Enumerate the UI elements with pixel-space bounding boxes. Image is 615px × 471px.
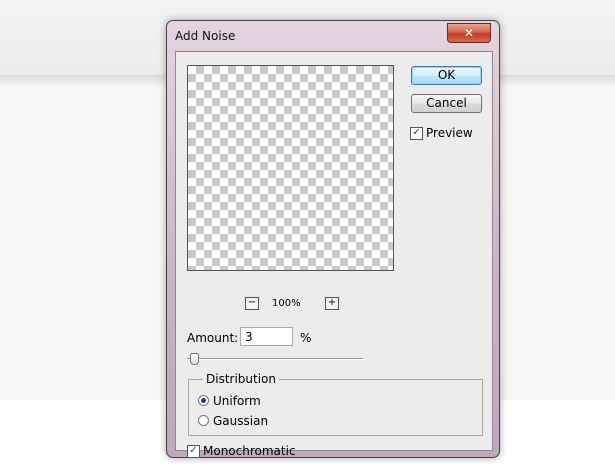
- title-bar[interactable]: Add Noise ✕: [167, 21, 499, 51]
- dialog-title: Add Noise: [175, 29, 236, 43]
- zoom-out-button[interactable]: −: [245, 297, 259, 310]
- amount-unit: %: [300, 331, 312, 345]
- gaussian-radio[interactable]: [198, 415, 209, 426]
- preview-label[interactable]: Preview: [426, 126, 473, 140]
- distribution-legend: Distribution: [203, 372, 280, 386]
- amount-slider-thumb[interactable]: [190, 353, 199, 365]
- preview-canvas[interactable]: [187, 65, 394, 271]
- close-icon: ✕: [463, 26, 475, 40]
- cancel-button[interactable]: Cancel: [411, 94, 482, 113]
- zoom-in-button[interactable]: +: [325, 297, 339, 310]
- add-noise-dialog: Add Noise ✕ − 100% + OK Cancel ✓ Preview…: [166, 20, 500, 458]
- uniform-label[interactable]: Uniform: [213, 394, 261, 408]
- uniform-radio[interactable]: [198, 395, 209, 406]
- monochromatic-checkbox[interactable]: ✓: [187, 445, 200, 458]
- preview-checkbox[interactable]: ✓: [410, 127, 423, 140]
- amount-input[interactable]: 3: [240, 327, 293, 346]
- ok-button[interactable]: OK: [411, 66, 482, 85]
- close-button[interactable]: ✕: [447, 23, 491, 43]
- amount-slider-track[interactable]: [187, 358, 363, 360]
- zoom-level: 100%: [272, 298, 301, 309]
- monochromatic-label[interactable]: Monochromatic: [203, 444, 296, 458]
- amount-label: Amount:: [187, 331, 239, 345]
- gaussian-label[interactable]: Gaussian: [213, 414, 268, 428]
- dialog-body: − 100% + OK Cancel ✓ Preview Amount: 3 %…: [175, 51, 493, 458]
